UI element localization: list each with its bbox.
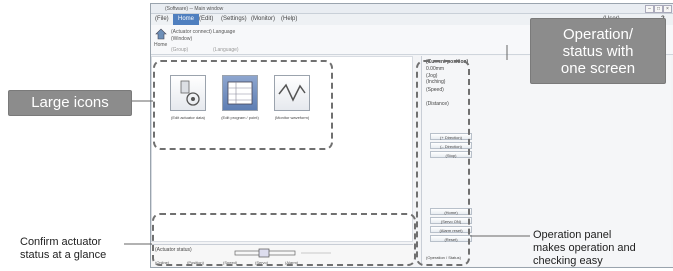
callout-operation-status-line-1: Operation/ <box>562 26 634 43</box>
note-confirm-status: Confirm actuator status at a glance <box>20 236 140 262</box>
note-confirm-status-line-1: Confirm actuator <box>20 236 102 248</box>
callout-operation-status: Operation/ status with one screen <box>530 18 666 84</box>
callout-large-icons: Large icons <box>8 90 132 116</box>
note-operation-panel-line-1: Operation panel <box>533 229 612 241</box>
note-operation-panel-line-2: makes operation and <box>533 242 636 254</box>
note-confirm-status-line-2: status at a glance <box>20 249 107 261</box>
callout-operation-status-line-2: status with <box>562 43 634 60</box>
callout-operation-status-line-3: one screen <box>560 60 636 77</box>
note-operation-panel: Operation panel makes operation and chec… <box>533 229 673 268</box>
note-operation-panel-line-3: checking easy <box>533 255 603 267</box>
